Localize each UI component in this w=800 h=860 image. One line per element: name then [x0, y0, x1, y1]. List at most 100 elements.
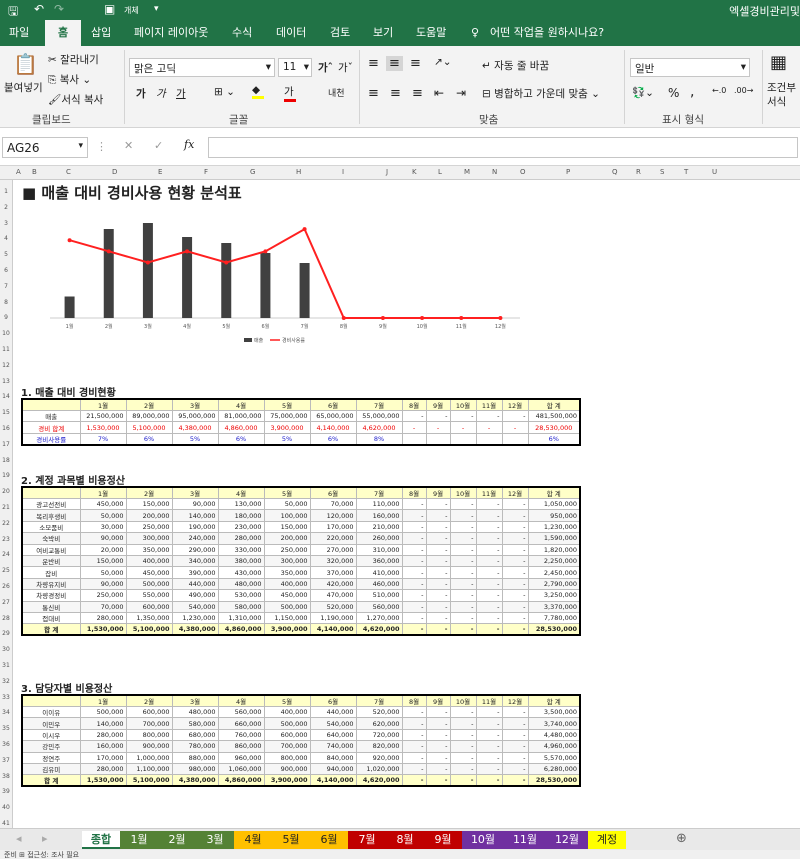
table-cell[interactable]: 4월 [217, 486, 265, 499]
column-header[interactable]: P [566, 168, 570, 176]
table-cell[interactable]: 1,350,000 [125, 611, 173, 625]
table-cell[interactable]: 김유미 [21, 762, 81, 776]
redo-icon[interactable]: ↷ [54, 2, 64, 16]
table-cell[interactable]: 2월 [125, 486, 173, 499]
table-cell[interactable]: 6월 [309, 398, 357, 411]
table-cell[interactable]: - [475, 554, 503, 568]
table-cell[interactable]: 복리후생비 [21, 509, 81, 522]
table-cell[interactable]: - [475, 600, 503, 613]
table-cell[interactable]: 270,000 [309, 543, 357, 556]
table-cell[interactable]: 1,060,000 [217, 762, 265, 776]
table-cell[interactable]: 1,050,000 [527, 497, 581, 511]
table-cell[interactable]: 5,570,000 [527, 751, 581, 764]
table-cell[interactable]: 4,860,000 [217, 774, 265, 787]
table-cell[interactable]: 2월 [125, 398, 173, 411]
table-cell[interactable]: 110,000 [355, 497, 403, 511]
table-cell[interactable]: 560,000 [355, 600, 403, 613]
table-cell[interactable]: 65,000,000 [309, 409, 357, 423]
table-cell[interactable] [21, 398, 81, 411]
table-cell[interactable]: - [401, 497, 427, 511]
add-sheet-icon[interactable]: ⊕ [676, 831, 687, 846]
column-header[interactable]: R [636, 168, 641, 176]
table-cell[interactable]: 10월 [449, 694, 477, 707]
table-cell[interactable]: - [501, 509, 529, 522]
table-cell[interactable]: 500,000 [263, 600, 311, 613]
table-cell[interactable]: 3,900,000 [263, 774, 311, 787]
table-cell[interactable]: 700,000 [125, 717, 173, 730]
customize-icon[interactable]: ▾ [154, 4, 159, 14]
table-cell[interactable]: 470,000 [309, 589, 357, 602]
table-cell[interactable]: 140,000 [171, 509, 219, 522]
table-cell[interactable]: 450,000 [125, 566, 173, 579]
sheet-tab[interactable]: 2월 [158, 831, 196, 849]
table-cell[interactable]: - [501, 611, 529, 625]
row-header[interactable]: 25 [0, 567, 12, 574]
tab-home[interactable]: 홈 [45, 20, 81, 46]
table-cell[interactable]: 여비교통비 [21, 543, 81, 556]
column-header[interactable]: H [296, 168, 301, 176]
table-cell[interactable]: - [449, 740, 477, 753]
table-cell[interactable]: 600,000 [125, 705, 173, 719]
table-cell[interactable]: 530,000 [217, 589, 265, 602]
table-cell[interactable]: - [475, 509, 503, 522]
table-cell[interactable]: 6% [309, 432, 357, 446]
formula-input[interactable] [208, 137, 798, 158]
table-cell[interactable]: 4,140,000 [309, 421, 357, 434]
table-cell[interactable]: 70,000 [309, 497, 357, 511]
column-header[interactable]: T [684, 168, 688, 176]
table-cell[interactable]: 이시우 [21, 728, 81, 742]
table-cell[interactable]: 290,000 [171, 543, 219, 556]
table-cell[interactable]: 940,000 [309, 762, 357, 776]
table-cell[interactable]: - [401, 421, 427, 434]
sheet-tab[interactable]: 6월 [310, 831, 348, 849]
table-cell[interactable]: - [425, 728, 451, 742]
table-cell[interactable]: 350,000 [125, 543, 173, 556]
table-cell[interactable]: 280,000 [217, 532, 265, 545]
table-cell[interactable]: 600,000 [263, 728, 311, 742]
column-header[interactable]: L [438, 168, 442, 176]
row-header[interactable]: 29 [0, 630, 12, 637]
table-cell[interactable]: 440,000 [309, 705, 357, 719]
align-center-icon[interactable]: ≡ [390, 86, 401, 101]
table-cell[interactable]: - [501, 623, 529, 636]
sheet-tab[interactable]: 1월 [120, 831, 158, 849]
table-cell[interactable]: 81,000,000 [217, 409, 265, 423]
table-cell[interactable]: 6% [217, 432, 265, 446]
align-bottom-icon[interactable]: ≡ [410, 56, 421, 71]
column-header[interactable]: I [342, 168, 344, 176]
table-cell[interactable]: - [425, 532, 451, 545]
table-cell[interactable]: 28,530,000 [527, 623, 581, 636]
table-cell[interactable]: 450,000 [263, 589, 311, 602]
align-right-icon[interactable]: ≡ [412, 86, 423, 101]
align-left-icon[interactable]: ≡ [368, 86, 379, 101]
table-cell[interactable]: 9월 [425, 694, 451, 707]
table-cell[interactable]: - [501, 705, 529, 719]
table-cell[interactable]: 4,960,000 [527, 740, 581, 753]
row-header[interactable]: 7 [0, 283, 12, 290]
table-cell[interactable]: 280,000 [79, 728, 127, 742]
table-cell[interactable]: 150,000 [263, 520, 311, 534]
table-cell[interactable]: - [401, 543, 427, 556]
table-cell[interactable]: 150,000 [79, 554, 127, 568]
table-cell[interactable]: 820,000 [355, 740, 403, 753]
currency-icon[interactable]: 💱⌄ [632, 86, 654, 99]
table-cell[interactable]: - [425, 409, 451, 423]
table-cell[interactable]: 7월 [355, 398, 403, 411]
table-cell[interactable]: 50,000 [263, 497, 311, 511]
table-cell[interactable]: - [475, 497, 503, 511]
tab-review[interactable]: 검토 [330, 20, 350, 46]
table-cell[interactable]: 1,230,000 [527, 520, 581, 534]
table-cell[interactable]: 780,000 [171, 740, 219, 753]
row-header[interactable]: 10 [0, 330, 12, 337]
table-cell[interactable]: 12월 [501, 398, 529, 411]
table-cell[interactable]: - [501, 762, 529, 776]
table-cell[interactable]: 130,000 [217, 497, 265, 511]
table-cell[interactable]: 900,000 [125, 740, 173, 753]
row-header[interactable]: 28 [0, 615, 12, 622]
sheet-tab[interactable]: 9월 [424, 831, 462, 849]
table-cell[interactable]: - [501, 532, 529, 545]
row-header[interactable]: 14 [0, 393, 12, 400]
table-cell[interactable]: - [501, 554, 529, 568]
table-cell[interactable]: 8월 [401, 486, 427, 499]
table-cell[interactable]: 230,000 [217, 520, 265, 534]
